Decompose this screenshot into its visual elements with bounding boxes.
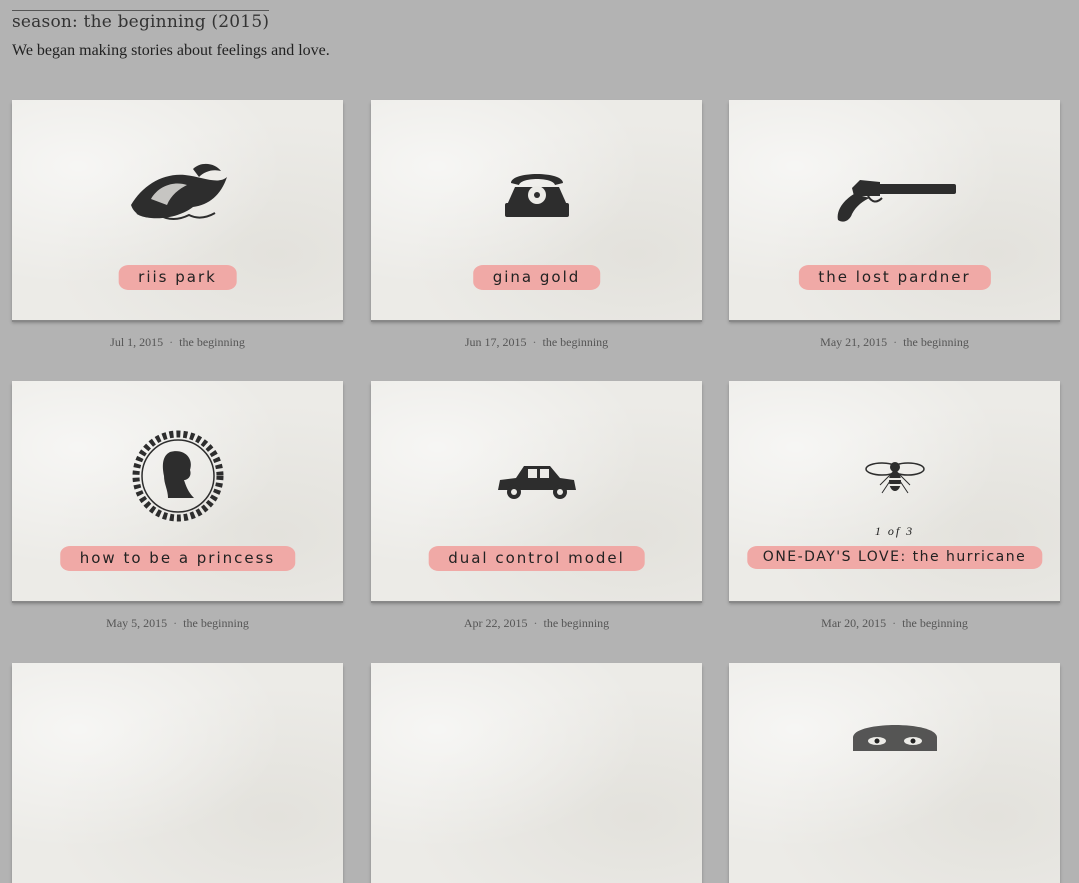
- episode-thumbnail-link[interactable]: [371, 663, 702, 883]
- episode-date: Jun 17, 2015: [464, 335, 527, 349]
- episode-thumbnail-link[interactable]: gina gold: [371, 100, 702, 320]
- episode-meta: Mar 20, 2015 · the beginning: [729, 616, 1060, 631]
- telephone-icon: [504, 174, 569, 217]
- episode-date: Jul 1, 2015: [110, 335, 164, 349]
- season-header: season: the beginning (2015) We began ma…: [12, 10, 330, 60]
- episode-title: ONE-DAY'S LOVE: the hurricane: [746, 546, 1043, 569]
- silhouette-wreath-icon: [132, 430, 223, 522]
- episode-category-link[interactable]: the beginning: [179, 335, 245, 349]
- episode-date: May 5, 2015: [106, 616, 168, 630]
- episode-card: riis park Jul 1, 2015 · the beginning: [12, 100, 343, 350]
- episode-thumbnail-link[interactable]: the lost pardner: [729, 100, 1060, 320]
- episode-card: 1 of 3 ONE-DAY'S LOVE: the hurricane Mar…: [729, 381, 1060, 631]
- episode-card: how to be a princess May 5, 2015 · the beg…: [12, 381, 343, 631]
- wave-icon: [130, 163, 227, 220]
- episode-meta: May 21, 2015 · the beginning: [729, 335, 1060, 350]
- episode-title: dual control model: [428, 546, 645, 571]
- meta-separator: ·: [169, 335, 174, 349]
- season-intro: We began making stories about feelings a…: [12, 42, 330, 59]
- episode-part: 1 of 3: [874, 524, 915, 538]
- meta-separator: ·: [533, 616, 538, 630]
- episode-thumbnail-link[interactable]: dual control model: [371, 381, 702, 601]
- episode-category-link[interactable]: the beginning: [183, 616, 249, 630]
- bee-icon: [864, 462, 925, 494]
- meta-separator: ·: [532, 335, 537, 349]
- episode-date: Mar 20, 2015: [821, 616, 887, 630]
- episode-category-link[interactable]: the beginning: [903, 335, 969, 349]
- episode-title: riis park: [118, 265, 237, 290]
- episode-card: gina gold Jun 17, 2015 · the beginning: [371, 100, 702, 350]
- car-icon: [497, 466, 576, 499]
- episode-title: gina gold: [472, 265, 601, 290]
- episode-thumbnail-link[interactable]: [729, 663, 1060, 883]
- episode-date: May 21, 2015: [820, 335, 888, 349]
- episode-meta: Jul 1, 2015 · the beginning: [12, 335, 343, 350]
- episode-title: how to be a princess: [59, 546, 296, 571]
- meta-separator: ·: [173, 616, 178, 630]
- episode-title: the lost pardner: [798, 265, 991, 290]
- meta-separator: ·: [892, 616, 897, 630]
- episode-meta: Jun 17, 2015 · the beginning: [371, 335, 702, 350]
- episode-category-link[interactable]: the beginning: [544, 616, 610, 630]
- episode-card: dual control model Apr 22, 2015 · the begi…: [371, 381, 702, 631]
- episode-card: [371, 663, 702, 883]
- episode-category-link[interactable]: the beginning: [902, 616, 968, 630]
- episode-card: [12, 663, 343, 883]
- episode-card: the lost pardner May 21, 2015 · the beginn…: [729, 100, 1060, 350]
- pistol-icon: [837, 180, 956, 222]
- episode-meta: May 5, 2015 · the beginning: [12, 616, 343, 631]
- episode-category-link[interactable]: the beginning: [543, 335, 609, 349]
- episode-thumbnail-link[interactable]: riis park: [12, 100, 343, 320]
- episode-meta: Apr 22, 2015 · the beginning: [371, 616, 702, 631]
- face-icon: [852, 725, 937, 751]
- episode-date: Apr 22, 2015: [463, 616, 528, 630]
- episode-thumbnail-link[interactable]: 1 of 3 ONE-DAY'S LOVE: the hurricane: [729, 381, 1060, 601]
- season-title: season: the beginning (2015): [12, 10, 270, 32]
- meta-separator: ·: [893, 335, 898, 349]
- episode-thumbnail-link[interactable]: how to be a princess: [12, 381, 343, 601]
- episode-thumbnail-link[interactable]: [12, 663, 343, 883]
- episode-card: [729, 663, 1060, 883]
